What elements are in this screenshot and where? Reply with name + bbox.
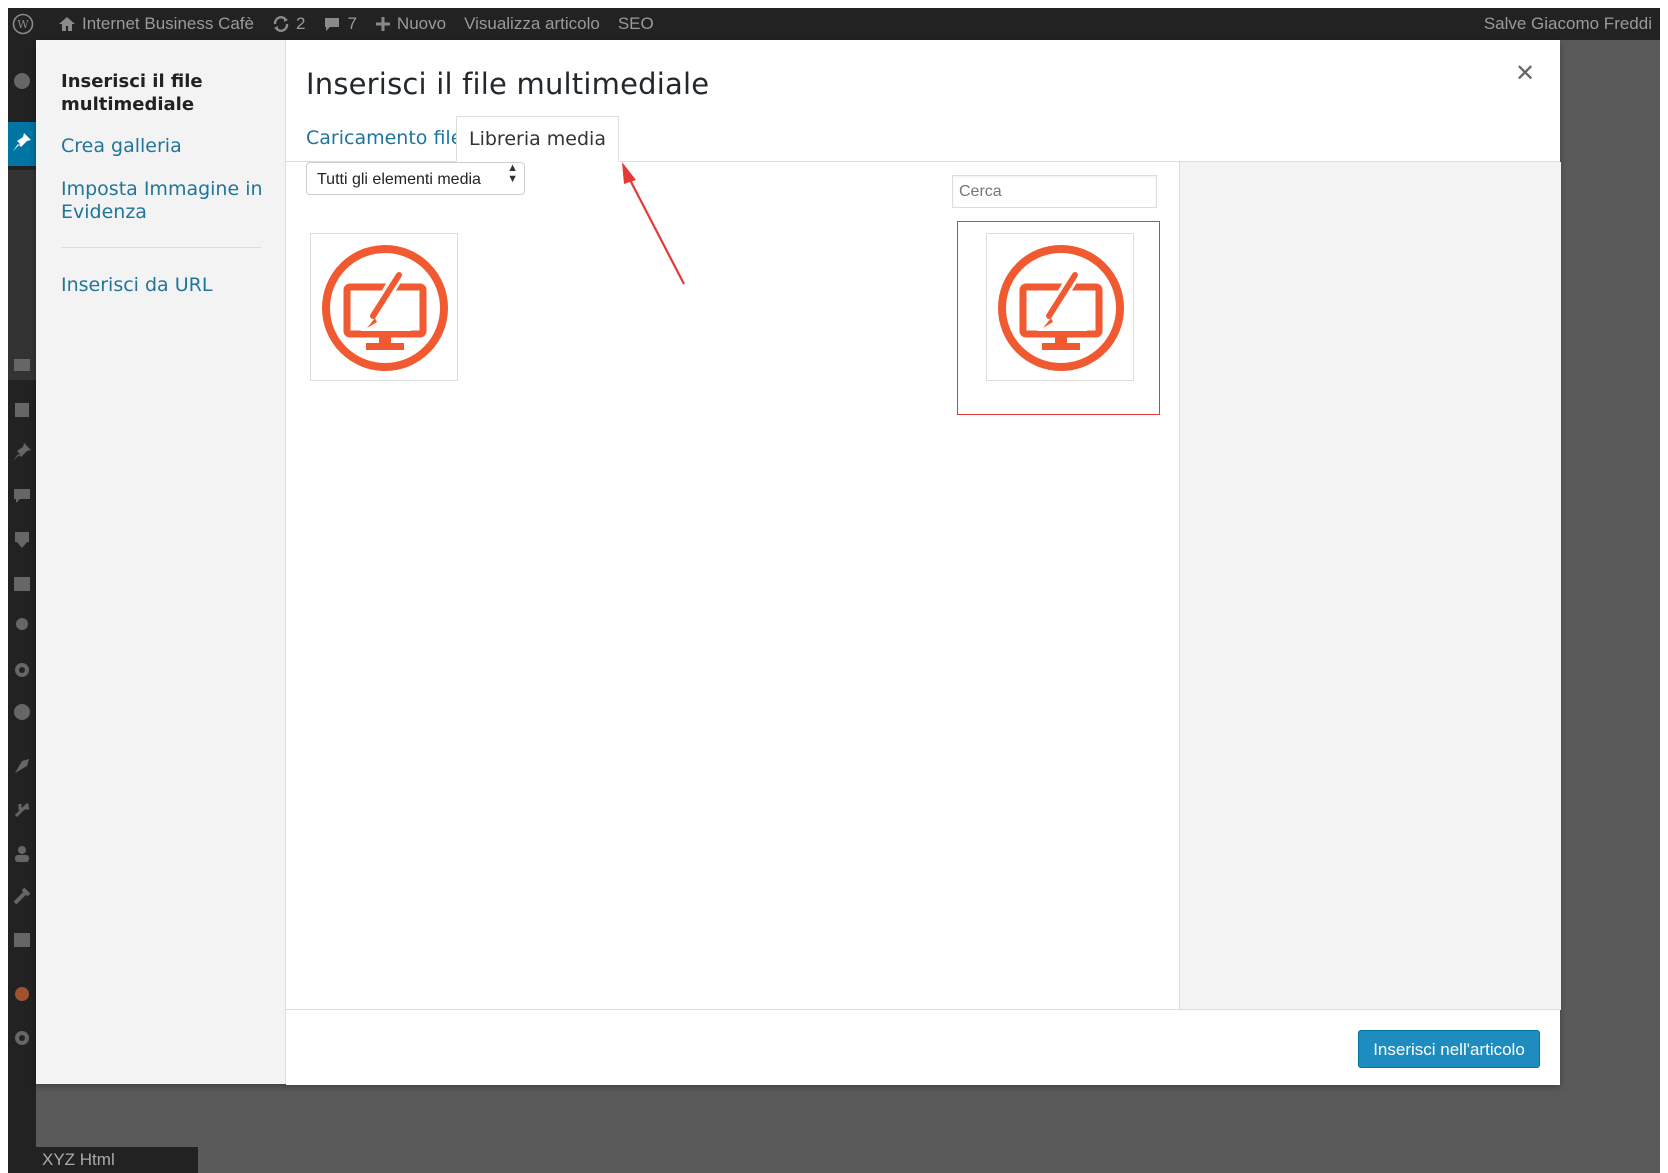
account-greeting[interactable]: Salve Giacomo Freddi: [1484, 14, 1652, 34]
menu-item-insert-from-url[interactable]: Inserisci da URL: [61, 274, 271, 297]
appearance-menu-icon[interactable]: [12, 756, 32, 776]
settings-menu-icon[interactable]: [12, 660, 32, 680]
users-menu-icon[interactable]: [12, 844, 32, 864]
admin-bottom-item[interactable]: XYZ Html: [8, 1147, 198, 1173]
screenshot-frame: W Internet Business Cafè 2 7 Nuovo Visua…: [8, 8, 1660, 1173]
comment-icon: [325, 17, 340, 31]
plugins-menu-icon[interactable]: [12, 800, 32, 820]
monitor-paintbrush-icon: [998, 245, 1124, 371]
bottom-item-label: XYZ Html: [42, 1150, 115, 1169]
new-label: Nuovo: [396, 14, 447, 33]
attachment-details-sidebar: [1179, 162, 1561, 1010]
wordpress-logo-icon[interactable]: W: [12, 13, 40, 35]
site-name-label: Internet Business Cafè: [82, 14, 254, 33]
stats-menu-icon[interactable]: [12, 930, 32, 950]
pin-icon: [12, 132, 32, 152]
attachment-thumbnail-preview[interactable]: [986, 233, 1134, 381]
comments-count: 7: [347, 14, 357, 33]
tools-menu-icon[interactable]: [12, 886, 32, 906]
refresh-icon: [273, 16, 289, 32]
seo-label: SEO: [617, 14, 654, 33]
media-filter-select[interactable]: Tutti gli elementi media ▲ ▼: [306, 162, 525, 195]
circle-menu-icon[interactable]: [12, 702, 32, 722]
site-name-link[interactable]: Internet Business Cafè: [58, 14, 254, 34]
filter-selected-value: Tutti gli elementi media: [317, 171, 481, 188]
posts-submenu: [8, 170, 36, 380]
menu-item-create-gallery[interactable]: Crea galleria: [61, 135, 271, 158]
modal-title: Inserisci il file multimediale: [306, 67, 710, 101]
admin-menu: [8, 40, 36, 1173]
home-icon: [59, 17, 75, 31]
view-post-link[interactable]: Visualizza articolo: [464, 14, 600, 34]
attachment-thumbnail[interactable]: [310, 233, 458, 381]
tab-upload-files[interactable]: Caricamento file: [294, 116, 474, 160]
attachments-browser: Tutti gli elementi media ▲ ▼: [286, 162, 1179, 1010]
menu-item-insert-media[interactable]: Inserisci il file multimediale: [61, 70, 271, 116]
comments-link[interactable]: 7: [323, 14, 357, 34]
plugin-orange-icon[interactable]: [12, 984, 32, 1004]
comments-menu-icon[interactable]: [12, 486, 32, 506]
seo-link[interactable]: SEO: [618, 14, 654, 34]
menu-item-featured-image[interactable]: Imposta Immagine in Evidenza: [61, 178, 271, 224]
gear-menu-icon[interactable]: [12, 1028, 32, 1048]
updates-count: 2: [295, 14, 306, 33]
search-input[interactable]: [952, 175, 1157, 208]
modal-toolbar: Inserisci nell'articolo: [286, 1009, 1560, 1085]
media-modal: Inserisci il file multimediale Crea gall…: [36, 40, 1561, 1085]
svg-text:W: W: [17, 18, 29, 31]
download-menu-icon[interactable]: [12, 530, 32, 550]
router-tabs: Caricamento file Libreria media: [286, 116, 1560, 162]
links-menu-icon[interactable]: [12, 442, 32, 462]
updates-link[interactable]: 2: [272, 14, 305, 34]
monitor-paintbrush-icon: [322, 245, 448, 371]
new-content-link[interactable]: Nuovo: [375, 14, 446, 34]
insert-into-post-button[interactable]: Inserisci nell'articolo: [1358, 1030, 1540, 1068]
media-menu-icon[interactable]: [12, 400, 32, 420]
plus-icon: [375, 17, 390, 31]
media-modal-menu: Inserisci il file multimediale Crea gall…: [36, 40, 286, 1084]
dashboard-icon[interactable]: [12, 70, 32, 90]
forms-menu-icon[interactable]: [12, 574, 32, 594]
seo-menu-icon[interactable]: [12, 355, 32, 375]
view-post-label: Visualizza articolo: [464, 14, 600, 33]
menu-separator: [61, 247, 261, 248]
close-icon[interactable]: ✕: [1510, 58, 1540, 88]
tab-media-library[interactable]: Libreria media: [456, 116, 619, 162]
admin-bar: W Internet Business Cafè 2 7 Nuovo Visua…: [8, 8, 1660, 40]
badge-menu-icon[interactable]: [12, 616, 32, 636]
select-arrows-icon: ▲ ▼: [507, 162, 518, 185]
